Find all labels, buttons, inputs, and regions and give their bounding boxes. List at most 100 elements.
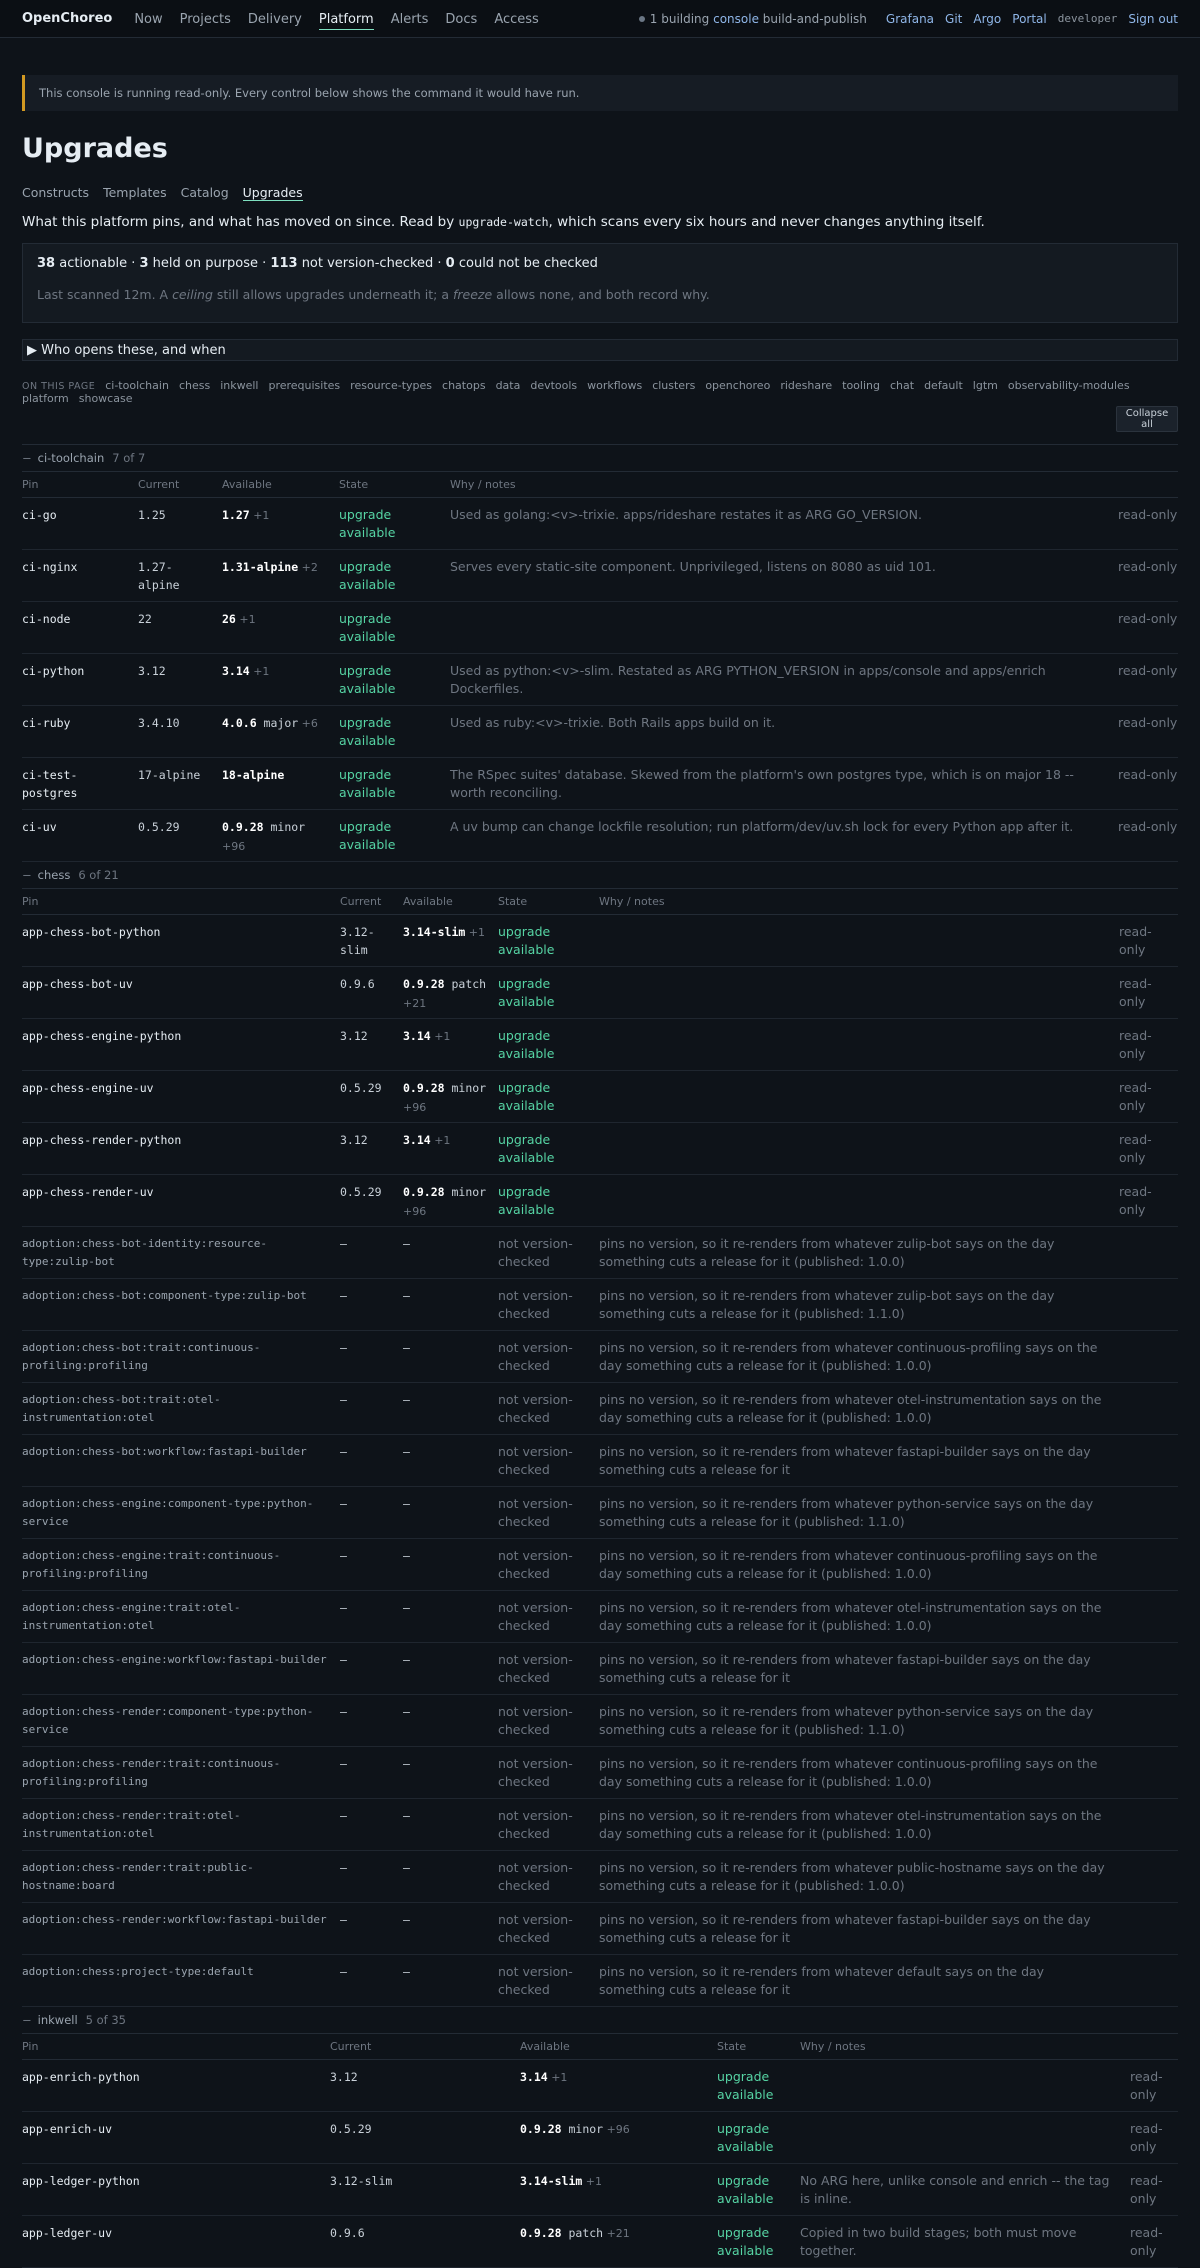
pin-name[interactable]: app-ledger-python — [22, 2172, 330, 2215]
jump-link-inkwell[interactable]: inkwell — [220, 379, 258, 392]
row-action[interactable]: read-only — [1119, 1027, 1178, 1070]
available-version: 3.14 +1 — [403, 1131, 498, 1174]
pin-name[interactable]: adoption:chess-render:trait:public-hostn… — [22, 1859, 340, 1902]
jump-link-chat[interactable]: chat — [890, 379, 914, 392]
row-action[interactable]: read-only — [1119, 975, 1178, 1018]
pin-name[interactable]: adoption:chess-render:workflow:fastapi-b… — [22, 1911, 340, 1954]
row-action[interactable]: read-only — [1118, 662, 1178, 705]
row-action[interactable]: read-only — [1130, 2120, 1178, 2163]
jump-link-devtools[interactable]: devtools — [530, 379, 577, 392]
link-git[interactable]: Git — [945, 12, 962, 26]
row-action[interactable]: read-only — [1118, 766, 1178, 809]
link-portal[interactable]: Portal — [1012, 12, 1046, 26]
build-status[interactable]: 1 building console build-and-publish — [650, 12, 867, 26]
pin-name[interactable]: ci-node — [22, 610, 138, 653]
jump-link-chess[interactable]: chess — [179, 379, 210, 392]
row-action[interactable]: read-only — [1118, 610, 1178, 653]
table-row: ci-python 3.12 3.14 +1 upgrade available Use… — [22, 654, 1178, 706]
nav-now[interactable]: Now — [134, 12, 162, 27]
pin-name[interactable]: app-chess-bot-python — [22, 923, 340, 966]
jump-link-ci-toolchain[interactable]: ci-toolchain — [105, 379, 169, 392]
collapse-toggle-icon[interactable]: − — [22, 868, 32, 882]
nav-alerts[interactable]: Alerts — [391, 12, 429, 27]
section-header-inkwell[interactable]: − inkwell 5 of 35 — [22, 2007, 1178, 2034]
section-header-ci-toolchain[interactable]: − ci-toolchain 7 of 7 — [22, 445, 1178, 472]
tab-upgrades[interactable]: Upgrades — [242, 185, 303, 201]
nav-docs[interactable]: Docs — [445, 12, 477, 27]
pin-name[interactable]: adoption:chess-engine:workflow:fastapi-b… — [22, 1651, 340, 1694]
tab-constructs[interactable]: Constructs — [22, 185, 89, 200]
jump-link-clusters[interactable]: clusters — [652, 379, 695, 392]
jump-link-prerequisites[interactable]: prerequisites — [268, 379, 340, 392]
table-row: adoption:chess:project-type:default — — not… — [22, 1955, 1178, 2007]
pin-name[interactable]: ci-test-postgres — [22, 766, 138, 809]
who-opens-disclosure[interactable]: ▶ Who opens these, and when — [22, 339, 1178, 361]
pin-name[interactable]: app-chess-engine-uv — [22, 1079, 340, 1122]
jump-link-showcase[interactable]: showcase — [79, 392, 133, 405]
pin-name[interactable]: adoption:chess-engine:trait:otel-instrum… — [22, 1599, 340, 1642]
jump-link-default[interactable]: default — [924, 379, 963, 392]
pin-name[interactable]: adoption:chess-render:trait:continuous-p… — [22, 1755, 340, 1798]
section-header-chess[interactable]: − chess 6 of 21 — [22, 862, 1178, 889]
pin-name[interactable]: app-chess-bot-uv — [22, 975, 340, 1018]
pin-name[interactable]: adoption:chess-render:trait:otel-instrum… — [22, 1807, 340, 1850]
row-action[interactable]: read-only — [1130, 2068, 1178, 2111]
row-action[interactable]: read-only — [1118, 714, 1178, 757]
table-row: ci-test-postgres 17-alpine 18-alpine upgrad… — [22, 758, 1178, 810]
pin-name[interactable]: ci-python — [22, 662, 138, 705]
pin-name[interactable]: app-chess-render-python — [22, 1131, 340, 1174]
row-action[interactable]: read-only — [1119, 923, 1178, 966]
pin-name[interactable]: adoption:chess-bot:component-type:zulip-… — [22, 1287, 340, 1330]
pin-name[interactable]: adoption:chess-engine:component-type:pyt… — [22, 1495, 340, 1538]
sign-out-link[interactable]: Sign out — [1128, 12, 1178, 26]
pin-name[interactable]: adoption:chess-bot-identity:resource-typ… — [22, 1235, 340, 1278]
jump-link-rideshare[interactable]: rideshare — [780, 379, 832, 392]
nav-access[interactable]: Access — [494, 12, 539, 27]
row-action[interactable]: read-only — [1130, 2224, 1178, 2267]
jump-link-platform[interactable]: platform — [22, 392, 69, 405]
jump-link-lgtm[interactable]: lgtm — [973, 379, 998, 392]
tab-catalog[interactable]: Catalog — [181, 185, 229, 200]
pin-name[interactable]: ci-go — [22, 506, 138, 549]
link-argo[interactable]: Argo — [973, 12, 1001, 26]
pin-name[interactable]: app-chess-render-uv — [22, 1183, 340, 1226]
jump-link-data[interactable]: data — [496, 379, 521, 392]
nav-projects[interactable]: Projects — [180, 12, 231, 27]
tab-templates[interactable]: Templates — [103, 185, 167, 200]
collapse-toggle-icon[interactable]: − — [22, 2013, 32, 2027]
pin-name[interactable]: adoption:chess-bot:trait:otel-instrument… — [22, 1391, 340, 1434]
pin-name[interactable]: adoption:chess:project-type:default — [22, 1963, 340, 2006]
pin-name[interactable]: adoption:chess-render:component-type:pyt… — [22, 1703, 340, 1746]
row-action[interactable]: read-only — [1119, 1183, 1178, 1226]
pin-name[interactable]: adoption:chess-bot:trait:continuous-prof… — [22, 1339, 340, 1382]
pin-name[interactable]: adoption:chess-engine:trait:continuous-p… — [22, 1547, 340, 1590]
jump-link-resource-types[interactable]: resource-types — [350, 379, 432, 392]
collapse-all-button[interactable]: Collapse all — [1116, 406, 1178, 432]
collapse-toggle-icon[interactable]: − — [22, 451, 32, 465]
jump-link-chatops[interactable]: chatops — [442, 379, 486, 392]
pin-name[interactable]: ci-nginx — [22, 558, 138, 601]
pin-name[interactable]: ci-ruby — [22, 714, 138, 757]
jump-link-observability-modules[interactable]: observability-modules — [1008, 379, 1130, 392]
pin-name[interactable]: app-ledger-uv — [22, 2224, 330, 2267]
available-version: — — [403, 1445, 410, 1459]
link-grafana[interactable]: Grafana — [886, 12, 934, 26]
pin-name[interactable]: adoption:chess-bot:workflow:fastapi-buil… — [22, 1443, 340, 1486]
pin-name[interactable]: ci-uv — [22, 818, 138, 861]
jump-link-workflows[interactable]: workflows — [587, 379, 642, 392]
pin-name[interactable]: app-enrich-python — [22, 2068, 330, 2111]
pin-name[interactable]: app-chess-engine-python — [22, 1027, 340, 1070]
nav-platform[interactable]: Platform — [318, 11, 374, 30]
row-action[interactable]: read-only — [1130, 2172, 1178, 2215]
pin-name[interactable]: app-enrich-uv — [22, 2120, 330, 2163]
nav-delivery[interactable]: Delivery — [248, 12, 302, 27]
row-action[interactable]: read-only — [1119, 1131, 1178, 1174]
jump-link-openchoreo[interactable]: openchoreo — [705, 379, 770, 392]
external-links: Grafana Git Argo Portal — [875, 12, 1047, 26]
row-action[interactable]: read-only — [1118, 558, 1178, 601]
row-action[interactable]: read-only — [1118, 818, 1178, 861]
brand-logo[interactable]: OpenChoreo — [22, 11, 112, 26]
jump-link-tooling[interactable]: tooling — [842, 379, 880, 392]
row-action[interactable]: read-only — [1118, 506, 1178, 549]
row-action[interactable]: read-only — [1119, 1079, 1178, 1122]
